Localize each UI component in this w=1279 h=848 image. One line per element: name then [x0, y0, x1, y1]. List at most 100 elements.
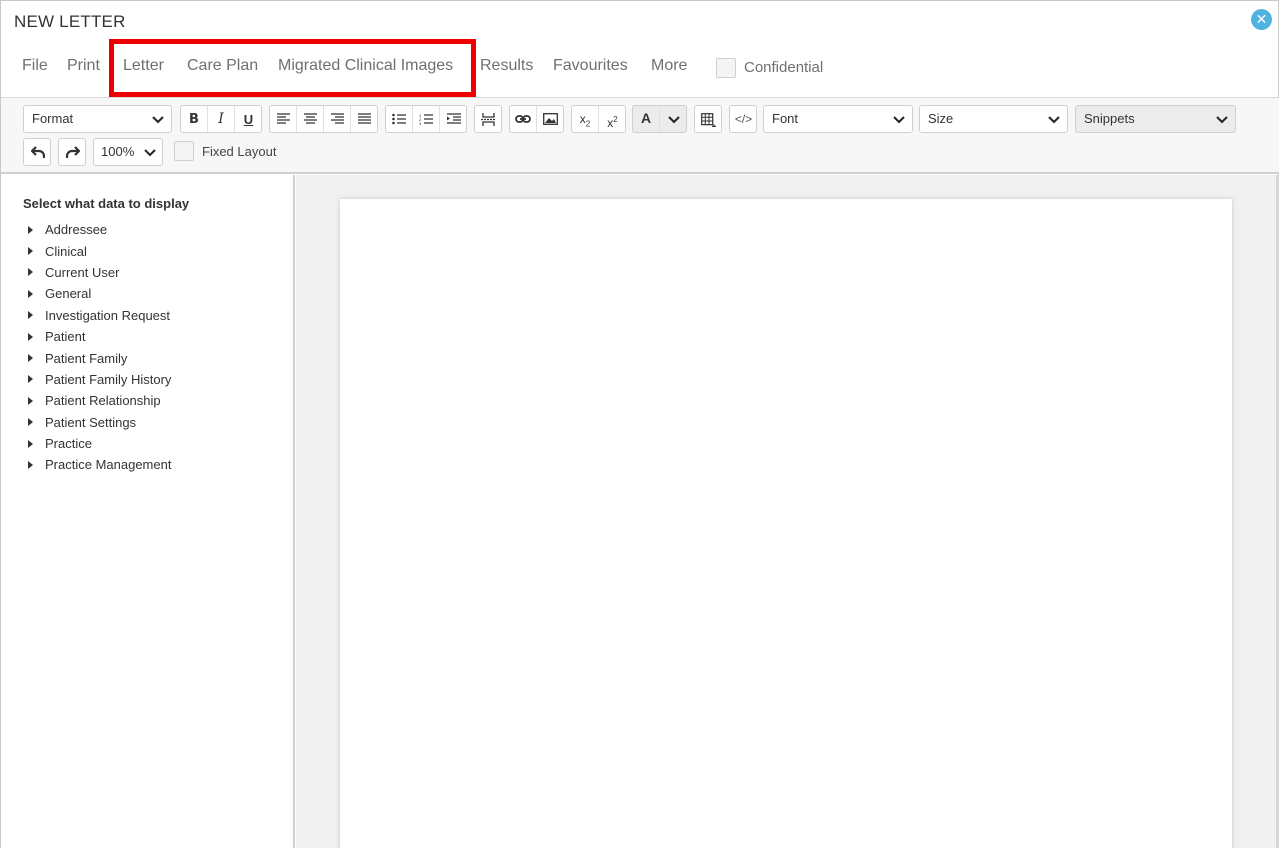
tree-item-patient-settings[interactable]: Patient Settings: [28, 412, 171, 433]
tree-item-label: Patient Family History: [45, 371, 172, 387]
font-select[interactable]: Font: [763, 105, 913, 133]
zoom-select-value: 100%: [101, 144, 135, 159]
zoom-select[interactable]: 100%: [93, 138, 163, 166]
align-center-button[interactable]: [297, 106, 324, 134]
table-button[interactable]: [694, 105, 722, 133]
chevron-down-icon: [893, 116, 905, 124]
italic-button[interactable]: I: [208, 106, 235, 134]
menu-more[interactable]: More: [651, 57, 687, 75]
size-select[interactable]: Size: [919, 105, 1068, 133]
bullet-list-button[interactable]: [386, 106, 413, 134]
tree-item-patient-family-history[interactable]: Patient Family History: [28, 369, 171, 390]
tree-item-current-user[interactable]: Current User: [28, 262, 171, 283]
data-fields-sidebar: Select what data to display Addressee Cl…: [2, 175, 295, 848]
sidebar-heading: Select what data to display: [23, 196, 190, 211]
menu-letter[interactable]: Letter: [123, 57, 164, 75]
align-left-button[interactable]: [270, 106, 297, 134]
expand-triangle-icon[interactable]: [28, 225, 33, 234]
image-button[interactable]: [537, 106, 564, 134]
fixed-layout-checkbox[interactable]: [174, 141, 194, 161]
expand-triangle-icon[interactable]: [28, 460, 33, 469]
tree-item-practice-management[interactable]: Practice Management: [28, 454, 171, 475]
redo-icon: [59, 139, 86, 167]
close-icon[interactable]: ✕: [1251, 9, 1272, 30]
source-code-button[interactable]: </>: [729, 105, 757, 133]
redo-button[interactable]: [58, 138, 86, 166]
superscript-button[interactable]: x2: [599, 106, 626, 134]
menu-favourites[interactable]: Favourites: [553, 57, 628, 75]
menu-results[interactable]: Results: [480, 57, 533, 75]
size-select-value: Size: [928, 111, 954, 126]
expand-triangle-icon[interactable]: [28, 289, 33, 298]
page-break-button[interactable]: [474, 105, 502, 133]
format-select[interactable]: Format: [23, 105, 172, 133]
expand-triangle-icon[interactable]: [28, 439, 33, 448]
snippets-select[interactable]: Snippets: [1075, 105, 1236, 133]
subscript-button[interactable]: x2: [572, 106, 599, 134]
tree-item-practice[interactable]: Practice: [28, 433, 171, 454]
align-left-icon: [276, 113, 290, 124]
chevron-down-icon: [1216, 116, 1228, 124]
bold-button[interactable]: B: [181, 106, 208, 134]
tree-item-label: Clinical: [45, 243, 87, 259]
tree-item-label: Patient: [45, 329, 86, 345]
tree-item-label: Patient Family: [45, 350, 128, 366]
text-style-group: B I U: [180, 105, 262, 134]
table-icon: [695, 106, 722, 134]
confidential-label: Confidential: [744, 59, 824, 76]
tree-item-investigation-request[interactable]: Investigation Request: [28, 305, 171, 326]
chevron-down-icon: [152, 116, 164, 124]
align-right-icon: [330, 113, 344, 124]
align-justify-button[interactable]: [351, 106, 378, 134]
expand-triangle-icon[interactable]: [28, 311, 33, 320]
tree-item-general[interactable]: General: [28, 283, 171, 304]
menu-file[interactable]: File: [22, 57, 48, 75]
tree-item-patient[interactable]: Patient: [28, 326, 171, 347]
menu-care-plan[interactable]: Care Plan: [187, 57, 258, 75]
expand-triangle-icon[interactable]: [28, 375, 33, 384]
tree-item-label: Investigation Request: [45, 307, 171, 323]
numbered-list-button[interactable]: 123: [413, 106, 440, 134]
align-group: [269, 105, 378, 134]
align-justify-icon: [358, 113, 371, 124]
image-icon: [543, 113, 558, 125]
numbered-list-icon: 123: [419, 113, 433, 126]
tree-item-addressee[interactable]: Addressee: [28, 219, 171, 240]
tree-item-label: Patient Settings: [45, 414, 137, 430]
snippets-select-value: Snippets: [1084, 111, 1135, 126]
letter-page[interactable]: [340, 199, 1232, 848]
bullet-list-icon: [392, 113, 406, 125]
tree-item-label: Addressee: [45, 222, 108, 238]
font-color-dropdown[interactable]: [660, 106, 687, 134]
expand-triangle-icon[interactable]: [28, 332, 33, 341]
link-button[interactable]: [510, 106, 537, 134]
expand-triangle-icon[interactable]: [28, 268, 33, 277]
font-color-button[interactable]: A: [633, 106, 660, 134]
expand-triangle-icon[interactable]: [28, 396, 33, 405]
new-letter-dialog: NEW LETTER ✕ File Print Letter Care Plan…: [0, 0, 1279, 848]
editor-canvas: [296, 175, 1279, 848]
menu-migrated-clinical-images[interactable]: Migrated Clinical Images: [278, 57, 453, 75]
menu-print[interactable]: Print: [67, 57, 100, 75]
script-group: x2 x2: [571, 105, 626, 134]
tree-item-label: General: [45, 286, 92, 302]
expand-triangle-icon[interactable]: [28, 418, 33, 427]
expand-triangle-icon[interactable]: [28, 354, 33, 363]
expand-triangle-icon[interactable]: [28, 247, 33, 256]
underline-button[interactable]: U: [235, 106, 262, 134]
tree-item-label: Patient Relationship: [45, 393, 161, 409]
indent-button[interactable]: [440, 106, 467, 134]
chevron-down-icon: [667, 116, 680, 124]
format-select-value: Format: [32, 111, 74, 126]
undo-button[interactable]: [23, 138, 51, 166]
page-break-icon: [475, 106, 502, 134]
confidential-checkbox[interactable]: [716, 58, 736, 78]
tree-item-patient-family[interactable]: Patient Family: [28, 347, 171, 368]
subscript-icon: x2: [579, 112, 591, 129]
tree-item-label: Practice Management: [45, 457, 172, 473]
align-right-button[interactable]: [324, 106, 351, 134]
align-center-icon: [303, 113, 317, 124]
code-icon: </>: [734, 112, 753, 126]
tree-item-clinical[interactable]: Clinical: [28, 240, 171, 261]
tree-item-patient-relationship[interactable]: Patient Relationship: [28, 390, 171, 411]
